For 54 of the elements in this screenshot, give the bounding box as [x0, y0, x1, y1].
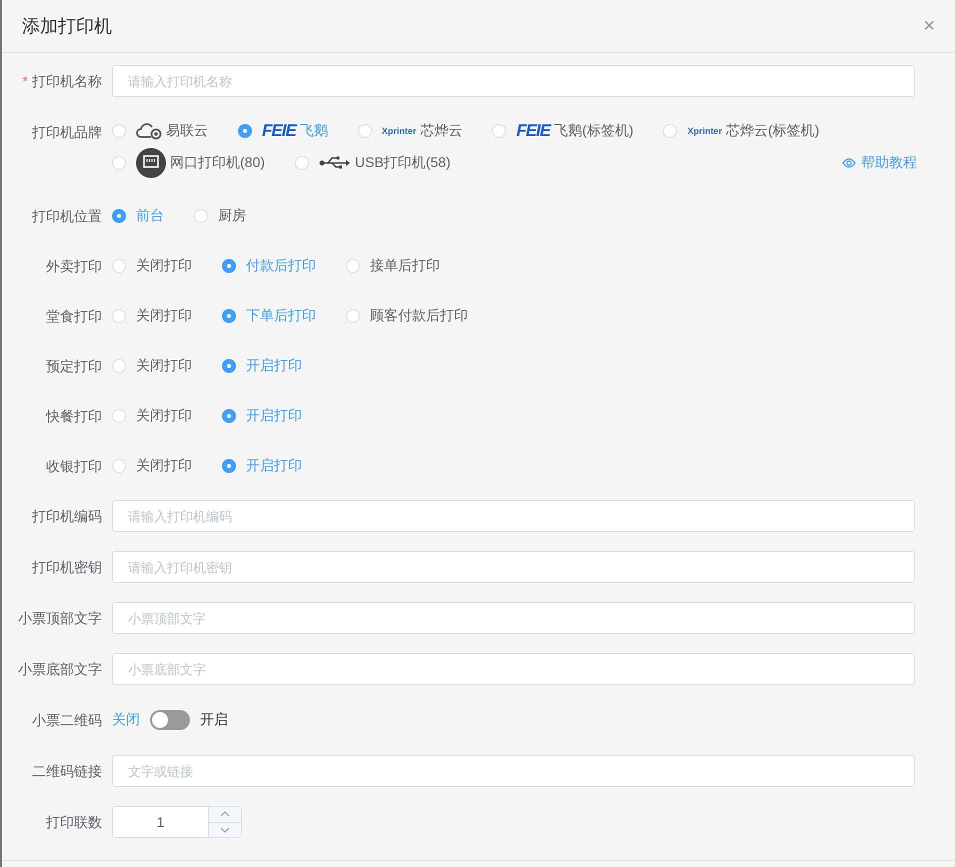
radio-option[interactable]: 关闭打印 [112, 357, 192, 375]
network-port-icon [136, 148, 166, 178]
dialog-title: 添加打印机 [22, 15, 112, 38]
radio-option[interactable]: 关闭打印 [112, 407, 192, 425]
brand-logo: FEIE [516, 121, 550, 141]
brand-logo: FEIE [262, 121, 296, 141]
brand-logo: Xprinter [382, 126, 416, 136]
brand-name[interactable]: 易联云 [166, 122, 208, 140]
field-label: 打印机密钥 [32, 559, 102, 575]
field-label: 快餐打印 [46, 408, 102, 424]
text-field[interactable]: 请输入打印机编码 [112, 500, 915, 532]
brand-name[interactable]: 芯烨云(标签机) [726, 122, 820, 140]
switch-on-label: 开启 [200, 711, 228, 729]
down-chevron-icon [220, 826, 230, 833]
field-label: 打印机位置 [32, 208, 102, 224]
toggle-switch[interactable] [150, 710, 190, 730]
field-label: 收银打印 [46, 458, 102, 474]
eye-icon [842, 158, 856, 168]
brand-name[interactable]: 网口打印机(80) [170, 154, 265, 172]
text-field[interactable]: 请输入打印机名称 [112, 65, 915, 97]
required-mark: * [22, 73, 28, 89]
field-label: 打印机品牌 [32, 124, 102, 140]
number-value[interactable]: 1 [113, 807, 208, 837]
radio-option[interactable]: 顾客付款后打印 [346, 307, 468, 325]
field-label: 外卖打印 [46, 258, 102, 274]
field-label: 小票顶部文字 [18, 610, 102, 626]
brand-name[interactable]: 芯烨云 [420, 122, 462, 140]
brand-name[interactable]: USB打印机(58) [354, 154, 451, 172]
number-field[interactable]: 1 [112, 806, 242, 838]
cloud-icon [136, 122, 162, 140]
brand-logo: Xprinter [687, 126, 722, 136]
text-field[interactable]: 小票底部文字 [112, 653, 915, 685]
radio-button[interactable] [238, 124, 252, 138]
text-field[interactable]: 小票顶部文字 [112, 602, 915, 634]
radio-option[interactable]: 厨房 [194, 207, 246, 225]
field-label: 打印机编码 [32, 508, 102, 524]
field-label: 预定打印 [46, 358, 102, 374]
usb-icon [318, 155, 351, 171]
radio-option[interactable]: 关闭打印 [112, 307, 192, 325]
switch-off-label: 关闭 [112, 711, 140, 729]
close-button[interactable]: × [923, 16, 935, 36]
field-label: 二维码链接 [32, 763, 102, 779]
field-label: 小票二维码 [32, 712, 102, 728]
field-label: 打印联数 [46, 814, 102, 830]
field-label: 堂食打印 [46, 308, 102, 324]
radio-option[interactable]: 关闭打印 [112, 257, 192, 275]
text-field[interactable]: 文字或链接 [112, 755, 915, 787]
field-label: 打印机名称 [32, 73, 102, 89]
field-label: 小票底部文字 [18, 661, 102, 677]
brand-name[interactable]: 飞鹅(标签机) [554, 122, 634, 140]
radio-option[interactable]: 接单后打印 [346, 257, 440, 275]
text-field[interactable]: 请输入打印机密钥 [112, 551, 915, 583]
up-chevron-icon [220, 811, 230, 818]
radio-option[interactable]: 关闭打印 [112, 457, 192, 475]
